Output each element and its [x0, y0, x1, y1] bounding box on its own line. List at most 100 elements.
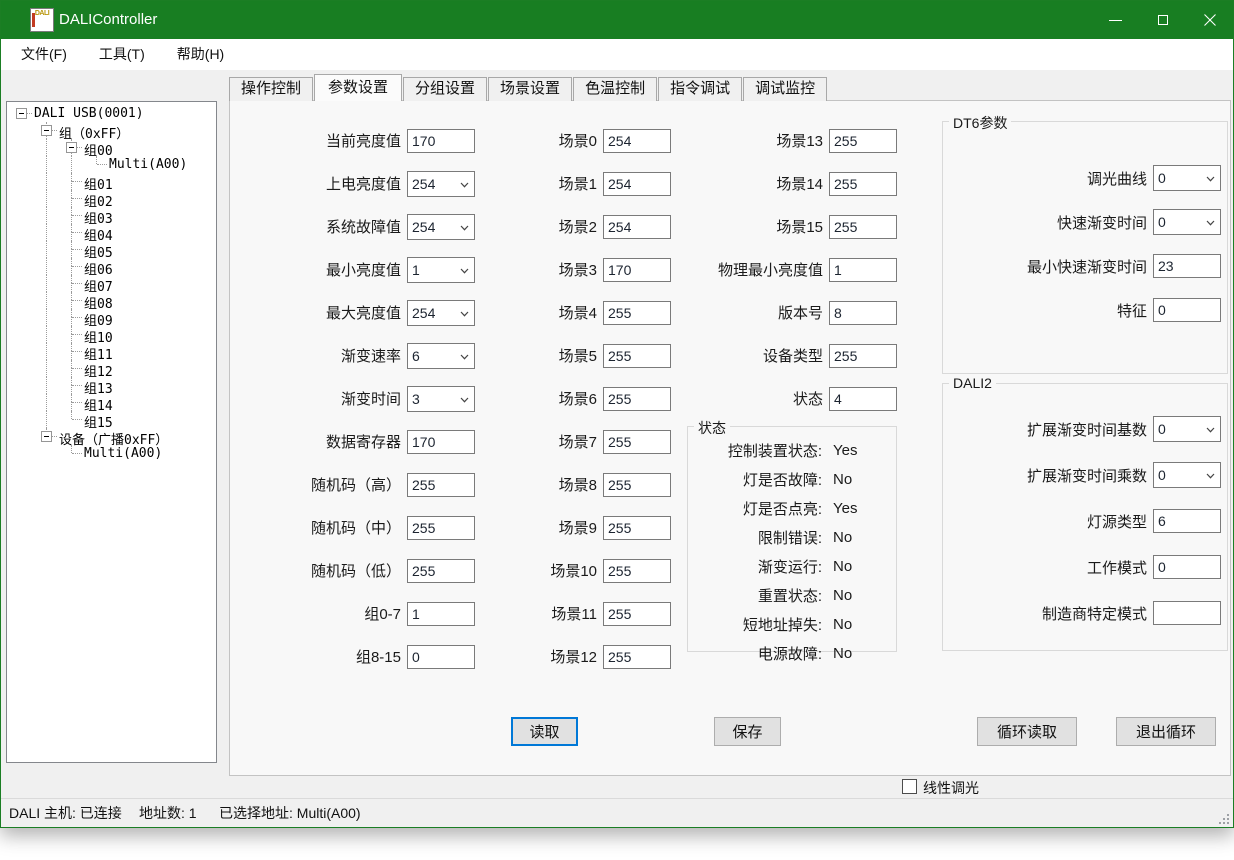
dropdown[interactable]: 0: [1153, 209, 1221, 235]
tree-connector: [96, 156, 97, 164]
tree-connector: [71, 445, 72, 453]
menu-item[interactable]: 工具(T): [83, 39, 161, 70]
tab-6[interactable]: 指令调试: [658, 77, 742, 101]
tree-item[interactable]: Multi(A00): [7, 445, 216, 462]
text-input[interactable]: [603, 430, 671, 454]
text-input[interactable]: [1153, 555, 1221, 579]
text-input[interactable]: [407, 645, 475, 669]
text-input[interactable]: [1153, 254, 1221, 278]
dropdown-value: 254: [412, 305, 435, 321]
tree-collapse-icon[interactable]: [41, 431, 52, 442]
tree-item[interactable]: 组09: [7, 309, 216, 326]
close-button[interactable]: [1186, 1, 1233, 39]
tree-item[interactable]: 组（0xFF）: [7, 122, 216, 139]
status-label: 灯是否点亮:: [688, 498, 822, 519]
field-label: 版本号: [641, 302, 829, 323]
text-input[interactable]: [829, 301, 897, 325]
tree-guide-line: [46, 377, 47, 394]
tab-5[interactable]: 色温控制: [573, 77, 657, 101]
tree-collapse-icon[interactable]: [41, 125, 52, 136]
tree-item[interactable]: 组15: [7, 411, 216, 428]
tree-connector: [71, 215, 72, 224]
field-row: 随机码（高）: [251, 463, 475, 506]
dropdown[interactable]: 6: [407, 343, 475, 369]
dropdown[interactable]: 0: [1153, 462, 1221, 488]
text-input[interactable]: [407, 473, 475, 497]
dropdown[interactable]: 254: [407, 171, 475, 197]
tree-guide-line: [46, 190, 47, 207]
tree-item[interactable]: 组01: [7, 173, 216, 190]
tree-item[interactable]: 组10: [7, 326, 216, 343]
tree-item[interactable]: 组05: [7, 241, 216, 258]
tree-guide-line: [46, 156, 47, 173]
dropdown[interactable]: 254: [407, 300, 475, 326]
tree-item[interactable]: Multi(A00): [7, 156, 216, 173]
tree-item[interactable]: 组04: [7, 224, 216, 241]
tree-item[interactable]: 组02: [7, 190, 216, 207]
text-input[interactable]: [407, 559, 475, 583]
tree-item[interactable]: 组11: [7, 343, 216, 360]
tree-item[interactable]: 组03: [7, 207, 216, 224]
text-input[interactable]: [407, 516, 475, 540]
text-input[interactable]: [1153, 509, 1221, 533]
text-input[interactable]: [603, 473, 671, 497]
menu-item[interactable]: 帮助(H): [161, 39, 240, 70]
menu-item[interactable]: 文件(F): [5, 39, 83, 70]
text-input[interactable]: [603, 645, 671, 669]
tree-connector: [72, 266, 82, 267]
dropdown[interactable]: 3: [407, 386, 475, 412]
text-input[interactable]: [829, 258, 897, 282]
tree-item[interactable]: 组06: [7, 258, 216, 275]
tree-item[interactable]: 组08: [7, 292, 216, 309]
field-label: 场景11: [481, 603, 603, 624]
tree-item[interactable]: 组00: [7, 139, 216, 156]
tree-collapse-icon[interactable]: [66, 142, 77, 153]
field-row: 特征: [943, 288, 1221, 332]
maximize-icon: [1158, 15, 1168, 25]
dropdown[interactable]: 0: [1153, 416, 1221, 442]
text-input[interactable]: [603, 602, 671, 626]
resize-grip[interactable]: [1218, 813, 1230, 825]
text-input[interactable]: [829, 387, 897, 411]
text-input[interactable]: [407, 129, 475, 153]
read-button[interactable]: 读取: [511, 717, 578, 746]
tree-item[interactable]: 组07: [7, 275, 216, 292]
field-row: 扩展渐变时间乘数0: [943, 452, 1221, 498]
field-label: 渐变速率: [251, 345, 407, 366]
dropdown[interactable]: 0: [1153, 165, 1221, 191]
text-input[interactable]: [829, 129, 897, 153]
tree-item[interactable]: 设备（广播0xFF）: [7, 428, 216, 445]
tree-collapse-icon[interactable]: [16, 108, 27, 119]
text-input[interactable]: [603, 559, 671, 583]
loop-read-button[interactable]: 循环读取: [977, 717, 1077, 746]
text-input[interactable]: [1153, 601, 1221, 625]
tree-item[interactable]: 组14: [7, 394, 216, 411]
text-input[interactable]: [1153, 298, 1221, 322]
tree-guide-line: [46, 326, 47, 343]
linear-dimming-checkbox[interactable]: [902, 779, 917, 794]
text-input[interactable]: [829, 172, 897, 196]
text-input[interactable]: [407, 602, 475, 626]
text-input[interactable]: [829, 215, 897, 239]
text-input[interactable]: [603, 516, 671, 540]
status-value: No: [833, 558, 852, 575]
tree-item[interactable]: DALI USB(0001): [7, 105, 216, 122]
dropdown[interactable]: 1: [407, 257, 475, 283]
tab-4[interactable]: 场景设置: [488, 77, 572, 101]
tree-item[interactable]: 组12: [7, 360, 216, 377]
minimize-button[interactable]: [1092, 1, 1139, 39]
field-row: 上电亮度值254: [251, 162, 475, 205]
exit-loop-button[interactable]: 退出循环: [1116, 717, 1216, 746]
tab-7[interactable]: 调试监控: [743, 77, 827, 101]
tab-3[interactable]: 分组设置: [403, 77, 487, 101]
tab-2[interactable]: 参数设置: [314, 74, 402, 101]
tree-connector: [71, 394, 72, 402]
text-input[interactable]: [407, 430, 475, 454]
tree-item[interactable]: 组13: [7, 377, 216, 394]
dropdown[interactable]: 254: [407, 214, 475, 240]
save-button[interactable]: 保存: [714, 717, 781, 746]
tab-1[interactable]: 操作控制: [229, 77, 313, 101]
text-input[interactable]: [829, 344, 897, 368]
maximize-button[interactable]: [1139, 1, 1186, 39]
field-row: 场景10: [481, 549, 671, 592]
